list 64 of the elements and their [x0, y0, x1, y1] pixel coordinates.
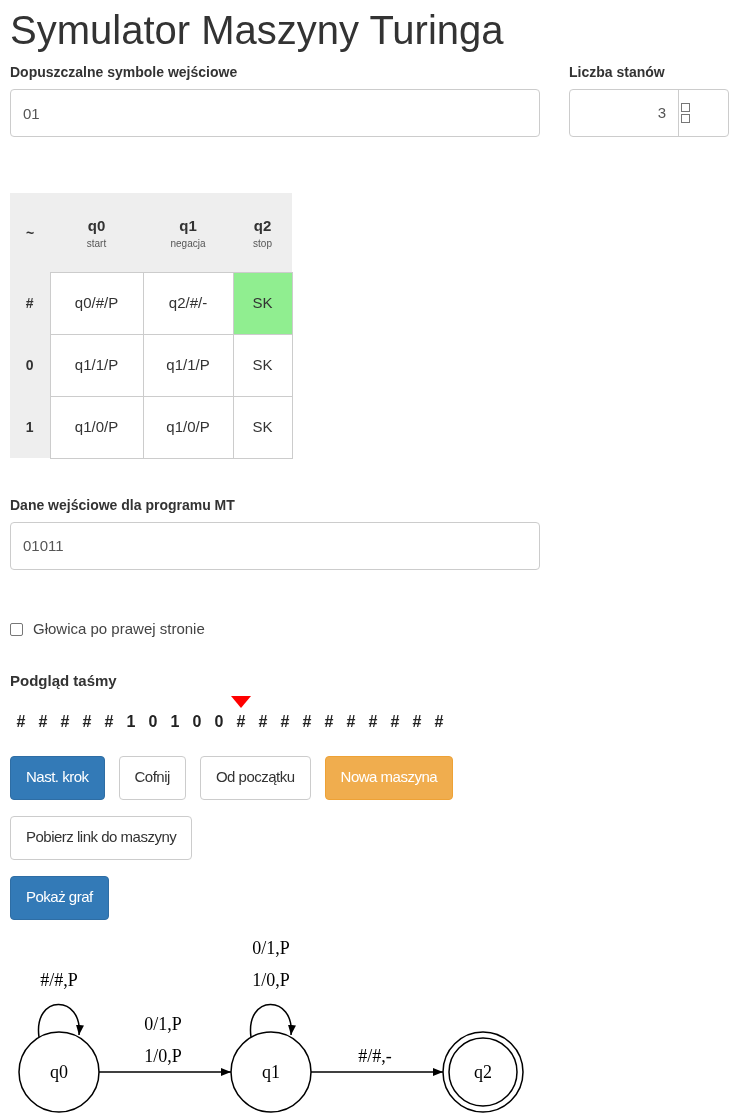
action-button[interactable]: Pobierz link do maszyny	[10, 815, 193, 860]
edge-label: 1/0,P	[144, 1045, 182, 1066]
field-label: Dopuszczalne symbole wejściowe	[10, 63, 238, 82]
tape-symbol: #	[236, 711, 246, 732]
state-node: q1	[230, 1030, 312, 1113]
page-title: Symulator Maszyny Turinga	[10, 7, 504, 52]
tape-symbol: #	[368, 711, 378, 732]
action-button[interactable]: Pokaż graf	[10, 875, 109, 920]
edge-label: #/#,P	[40, 969, 78, 990]
transition-cell[interactable]: SK	[233, 272, 292, 334]
tape-symbol: #	[82, 711, 92, 732]
tape-symbol: 0	[214, 711, 224, 732]
tape-symbol: #	[16, 711, 26, 732]
symbol-header: 1	[10, 396, 50, 458]
checkbox[interactable]	[10, 623, 23, 636]
transition-cell[interactable]: q0/#/P	[50, 272, 143, 334]
transition-cell[interactable]: q1/1/P	[143, 334, 233, 396]
edge-label: #/#,-	[358, 1045, 392, 1066]
transition-cell[interactable]: q1/0/P	[50, 396, 143, 458]
spin-up-icon[interactable]	[681, 103, 690, 112]
corner-header: ~	[25, 224, 35, 241]
edge-label: 1/0,P	[252, 969, 290, 990]
tape-symbol: 1	[126, 711, 136, 732]
action-button[interactable]: Nast. krok	[10, 755, 105, 800]
edge-label: 0/1,P	[252, 937, 290, 958]
section-label: Podgląd taśmy	[10, 670, 117, 690]
checkbox-label[interactable]: Głowica po prawej stronie	[33, 618, 205, 641]
field-label: Liczba stanów	[569, 63, 665, 82]
transition-cell[interactable]: q1/0/P	[143, 396, 233, 458]
tape-symbol: #	[280, 711, 290, 732]
self-loop-arrow	[37, 1003, 83, 1038]
tape-symbol: 1	[170, 711, 180, 732]
tape-symbol: #	[434, 711, 444, 732]
transition-cell[interactable]: q1/1/P	[50, 334, 143, 396]
tape-symbol: #	[104, 711, 114, 732]
tape-symbol: #	[38, 711, 48, 732]
transition-cell[interactable]: SK	[233, 396, 292, 458]
tape-symbol: #	[60, 711, 70, 732]
tape-symbol: #	[302, 711, 312, 732]
input-data-field[interactable]: 01011	[10, 521, 540, 570]
tape-symbol: #	[346, 711, 356, 732]
symbol-header: 0	[10, 334, 50, 396]
field-label: Dane wejściowe dla programu MT	[10, 495, 235, 515]
state-node: q0	[18, 1030, 100, 1113]
state-header: q1 negacja	[170, 216, 206, 251]
transition-cell[interactable]: SK	[233, 334, 292, 396]
spin-down-icon[interactable]	[681, 114, 690, 123]
self-loop-arrow	[249, 1003, 295, 1038]
symbol-header: #	[10, 272, 50, 334]
tape-symbol: 0	[192, 711, 202, 732]
state-header: q2 stop	[253, 216, 272, 251]
tape-symbol: #	[390, 711, 400, 732]
states-input[interactable]: 3	[569, 89, 729, 137]
tape-symbol: #	[412, 711, 422, 732]
action-button[interactable]: Cofnij	[118, 755, 186, 800]
transition-cell[interactable]: q2/#/-	[143, 272, 233, 334]
edge-label: 0/1,P	[144, 1013, 182, 1034]
symbols-input[interactable]: 01	[10, 89, 540, 137]
action-button[interactable]: Od początku	[199, 755, 311, 800]
accepting-state-node: q2	[442, 1030, 524, 1113]
tape-symbol: #	[324, 711, 334, 732]
tape-symbol: #	[258, 711, 268, 732]
tape-symbol: 0	[148, 711, 158, 732]
state-header: q0 start	[86, 216, 107, 251]
